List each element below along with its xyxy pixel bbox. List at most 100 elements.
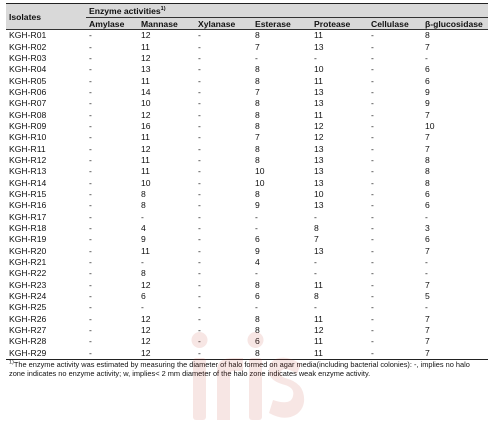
table-row: KGH-R25 - - - - - - -: [6, 302, 488, 313]
activity-cell: 7: [252, 132, 311, 144]
table-row: KGH-R02-11-7 13-7: [6, 41, 489, 53]
isolate-id-cell: KGH-R09: [9, 120, 47, 131]
activity-cell: 8: [255, 347, 260, 358]
activity-cell: -: [198, 120, 201, 131]
table-row: KGH-R19 - 9 - 6 7 - 6: [6, 234, 488, 245]
column-header-protease: Protease: [311, 17, 368, 30]
column-header-cellulase: Cellulase: [368, 17, 422, 30]
table-row: KGH-R27 - 12 - 8 12 - 7: [6, 325, 488, 336]
activity-cell: -: [368, 177, 422, 189]
enzyme-activity-table: Isolates Enzyme activities1) Amylase Mann…: [6, 3, 489, 360]
table-row: KGH-R23 - 12 - 8 11 - 7: [6, 280, 488, 291]
activity-cell: -: [198, 302, 201, 313]
activity-cell: -: [195, 132, 252, 144]
isolate-id-cell: KGH-R13: [9, 166, 47, 177]
activity-cell: -: [86, 86, 138, 99]
activity-cell: 10: [255, 166, 265, 177]
activity-cell: 11: [311, 336, 368, 348]
activity-cell: 5: [422, 290, 489, 303]
activity-cell: 8: [255, 325, 260, 336]
activity-cell: -: [195, 245, 252, 257]
isolate-id-cell: KGH-R26: [6, 313, 86, 325]
footnote-text: The enzyme activity was estimated by mea…: [9, 359, 470, 378]
activity-cell: -: [86, 64, 138, 76]
isolate-id-cell: KGH-R07: [9, 98, 47, 109]
activity-cell: 9: [422, 86, 489, 99]
activity-cell: -: [86, 132, 138, 144]
activity-cell: 12: [141, 30, 151, 41]
activity-cell: -: [368, 154, 422, 167]
table-row: KGH-R22-8- - - - -: [6, 268, 489, 280]
activity-cell: 7: [422, 41, 489, 53]
table-row: KGH-R07 - 10 - 8 13 - 9: [6, 98, 488, 109]
activity-cell: 8: [255, 75, 260, 86]
isolate-id-cell: KGH-R25: [9, 302, 47, 313]
activity-cell: -: [255, 211, 258, 222]
isolate-id-cell: KGH-R06: [6, 86, 86, 99]
activity-cell: -: [371, 234, 374, 245]
footnote-marker: 1): [160, 5, 166, 12]
activity-cell: -: [89, 211, 92, 222]
isolate-id-cell: KGH-R02: [6, 41, 86, 53]
isolate-id-cell: KGH-R11: [9, 143, 46, 154]
activity-cell: 12: [138, 336, 195, 348]
activity-cell: -: [371, 75, 374, 86]
activity-cell: 6: [252, 336, 311, 348]
isolate-id-cell: KGH-R22: [6, 268, 86, 280]
activity-cell: -: [86, 41, 138, 53]
activity-cell: 10: [141, 98, 151, 109]
activity-cell: -: [141, 257, 144, 268]
activity-cell: 8: [422, 177, 489, 189]
activity-cell: 8: [311, 222, 368, 235]
activity-cell: 7: [422, 132, 489, 144]
isolate-id-cell: KGH-R12: [6, 154, 86, 167]
activity-cell: -: [89, 279, 92, 290]
activity-cell: 8: [252, 109, 311, 121]
activity-cell: -: [368, 64, 422, 76]
activity-cell: 14: [138, 86, 195, 99]
activity-cell: 11: [314, 75, 323, 86]
activity-cell: 12: [141, 325, 151, 336]
activity-cell: -: [89, 52, 92, 63]
column-header--glucosidase: β-glucosidase: [422, 17, 489, 30]
activity-cell: 7: [425, 279, 430, 290]
activity-cell: 11: [138, 41, 195, 53]
activity-cell: -: [371, 143, 374, 154]
activity-cell: -: [198, 257, 201, 268]
column-header-esterase: Esterase: [252, 17, 311, 30]
activity-cell: 10: [138, 177, 195, 189]
table-row: KGH-R29 - 12 - 8 11 - 7: [6, 348, 488, 360]
isolate-id-cell: KGH-R23: [9, 279, 47, 290]
activity-cell: -: [89, 120, 92, 131]
activity-cell: -: [89, 98, 92, 109]
activity-cell: 7: [314, 234, 319, 245]
activity-cell: 10: [314, 188, 324, 199]
activity-cell: -: [195, 64, 252, 76]
table-row: KGH-R01 - 12 - 8 11 - 8: [6, 30, 488, 42]
activity-cell: -: [371, 120, 374, 131]
activity-cell: 12: [314, 325, 324, 336]
activity-cell: -: [195, 200, 252, 212]
activity-cell: -: [425, 257, 428, 268]
table-row: KGH-R10-11-7 12-7: [6, 132, 489, 144]
activity-cell: -: [86, 268, 138, 280]
activity-cell: 6: [425, 234, 430, 245]
activity-cell: 7: [422, 336, 489, 348]
activity-cell: -: [86, 154, 138, 167]
activity-cell: 3: [422, 222, 489, 235]
isolate-id-cell: KGH-R27: [9, 325, 47, 336]
isolate-id-cell: KGH-R04: [6, 64, 86, 76]
activity-cell: -: [198, 188, 201, 199]
activity-cell: 9: [252, 200, 311, 212]
activity-cell: 7: [422, 313, 489, 325]
isolate-id-cell: KGH-R08: [6, 109, 86, 121]
activity-cell: -: [198, 166, 201, 177]
activity-cell: 4: [138, 222, 195, 235]
activity-cell: 6: [425, 188, 430, 199]
activity-cell: -: [371, 166, 374, 177]
activity-cell: 9: [425, 98, 430, 109]
activity-cell: 11: [138, 132, 195, 144]
activity-cell: 8: [255, 188, 260, 199]
activity-cell: 7: [425, 347, 430, 358]
isolate-id-cell: KGH-R29: [9, 347, 47, 358]
